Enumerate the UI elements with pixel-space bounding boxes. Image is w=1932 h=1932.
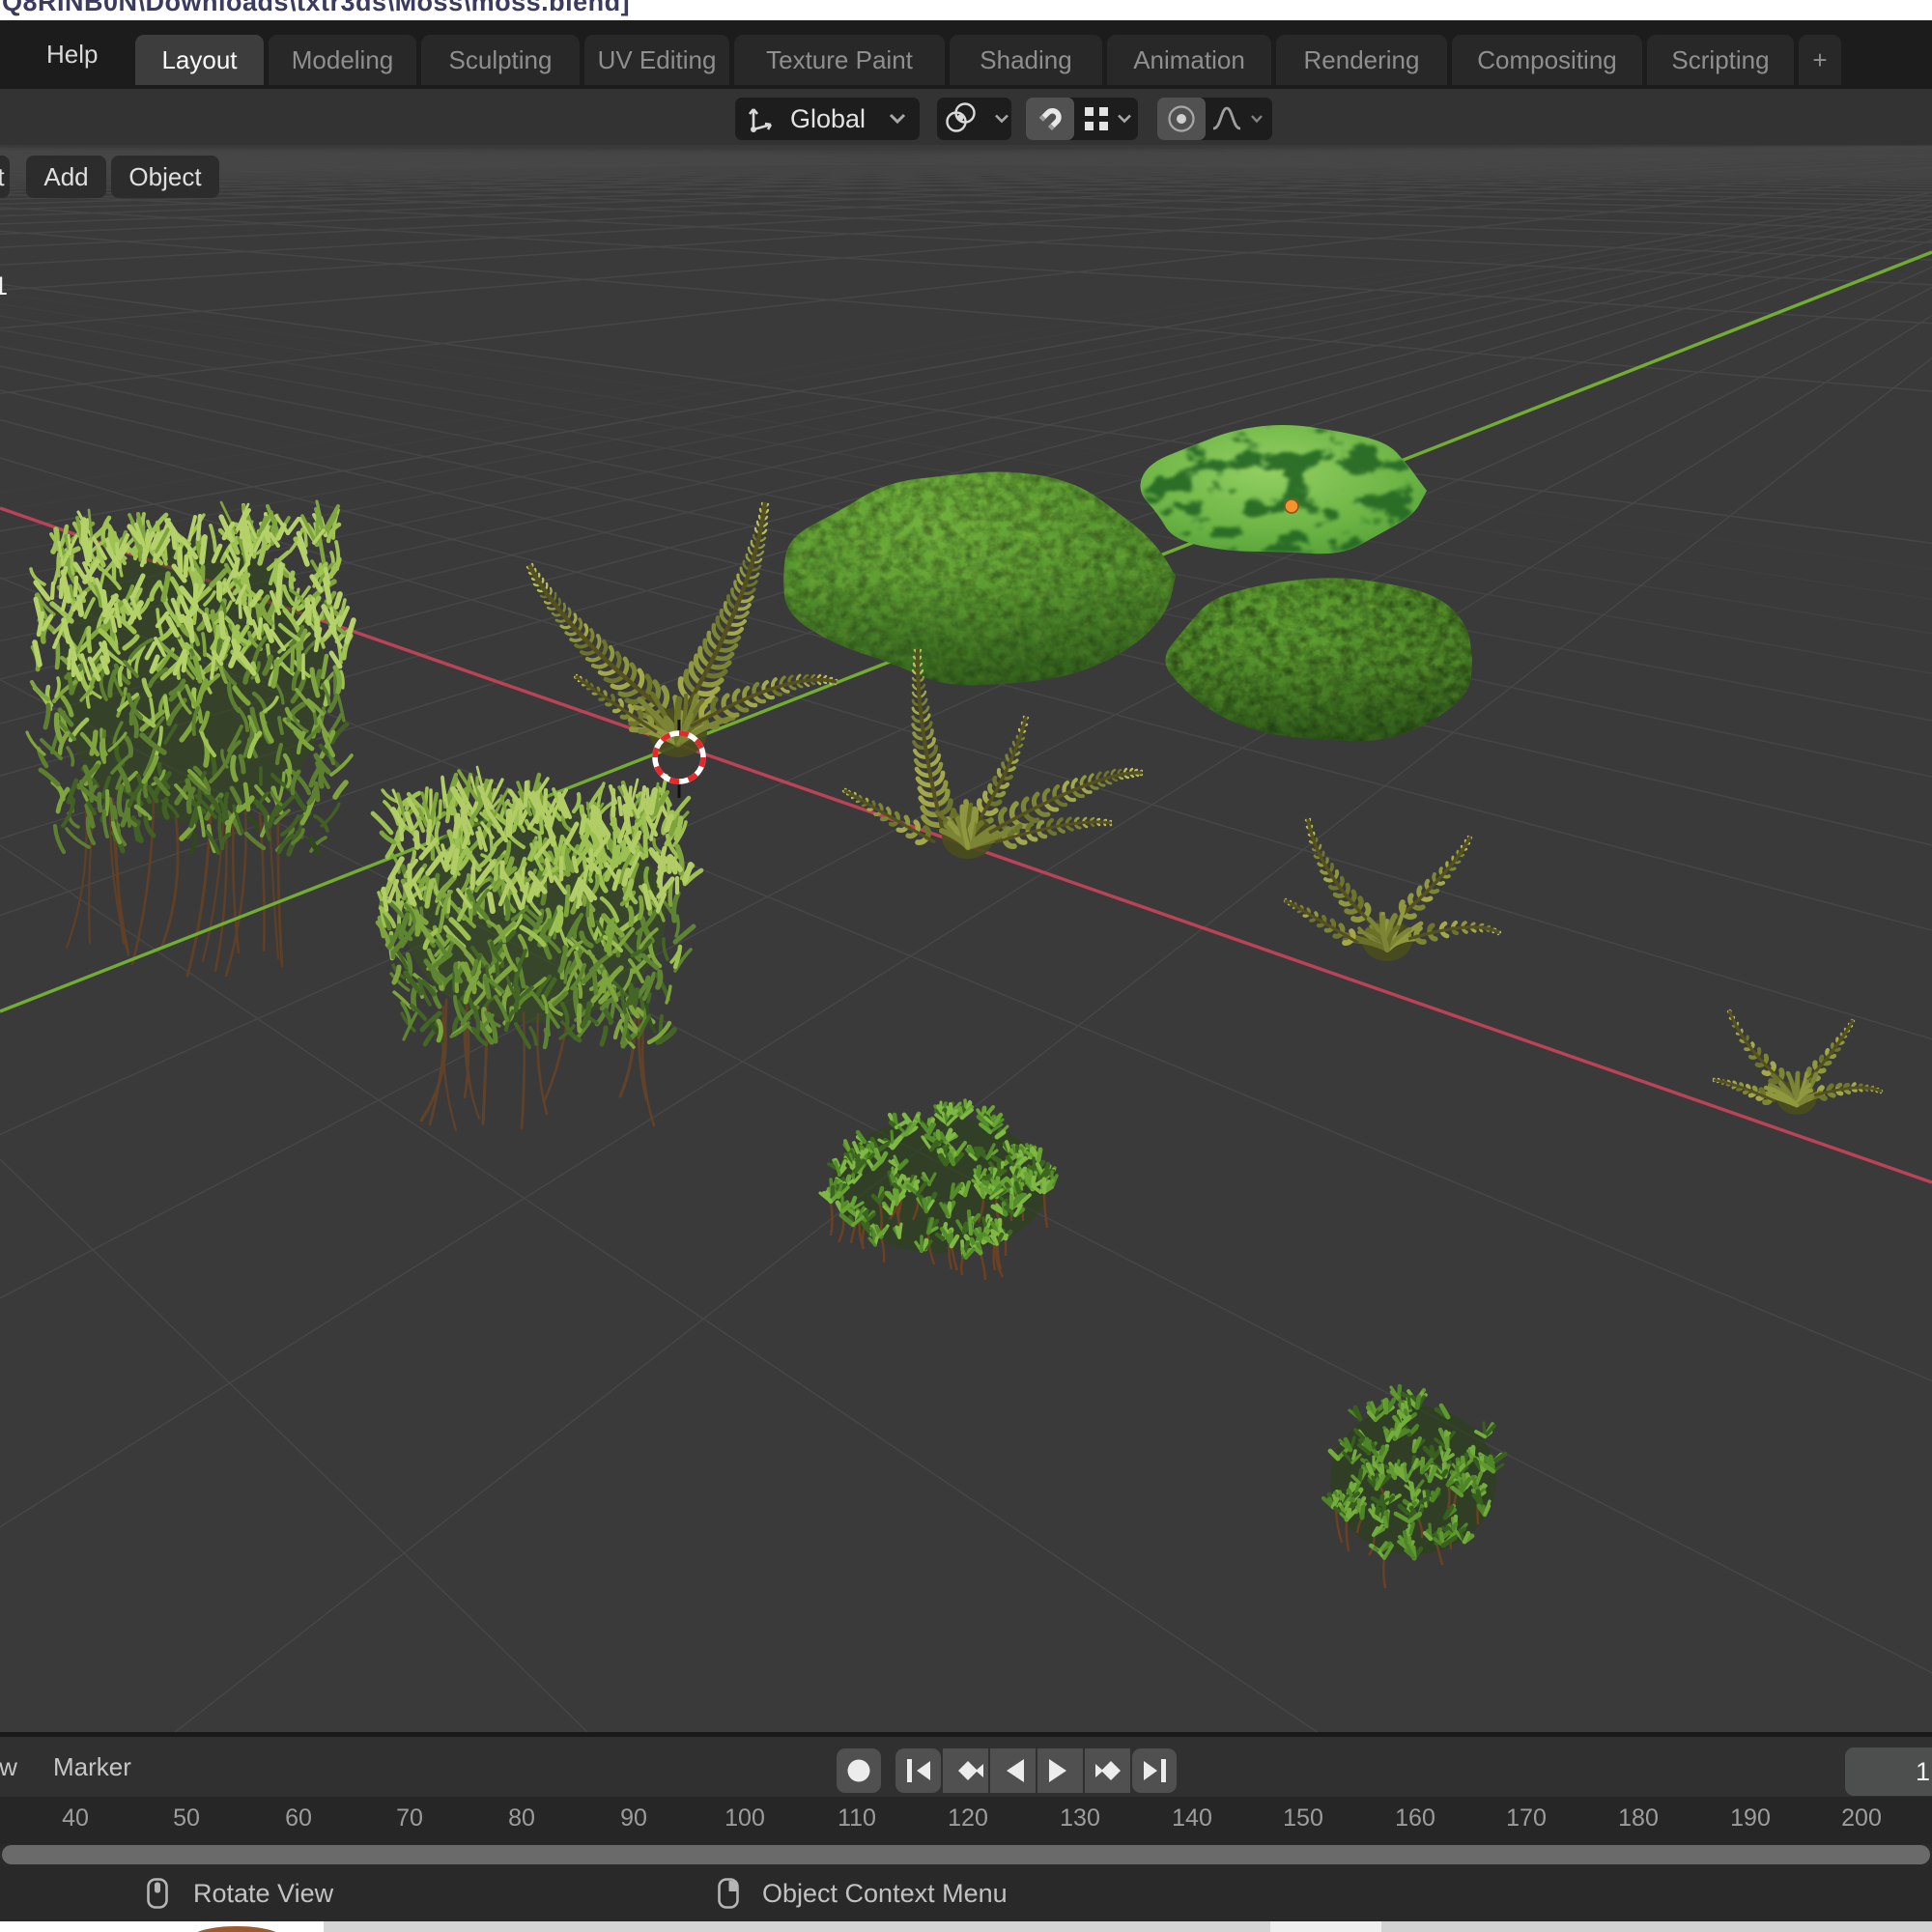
svg-text:1: 1 (0, 271, 8, 300)
